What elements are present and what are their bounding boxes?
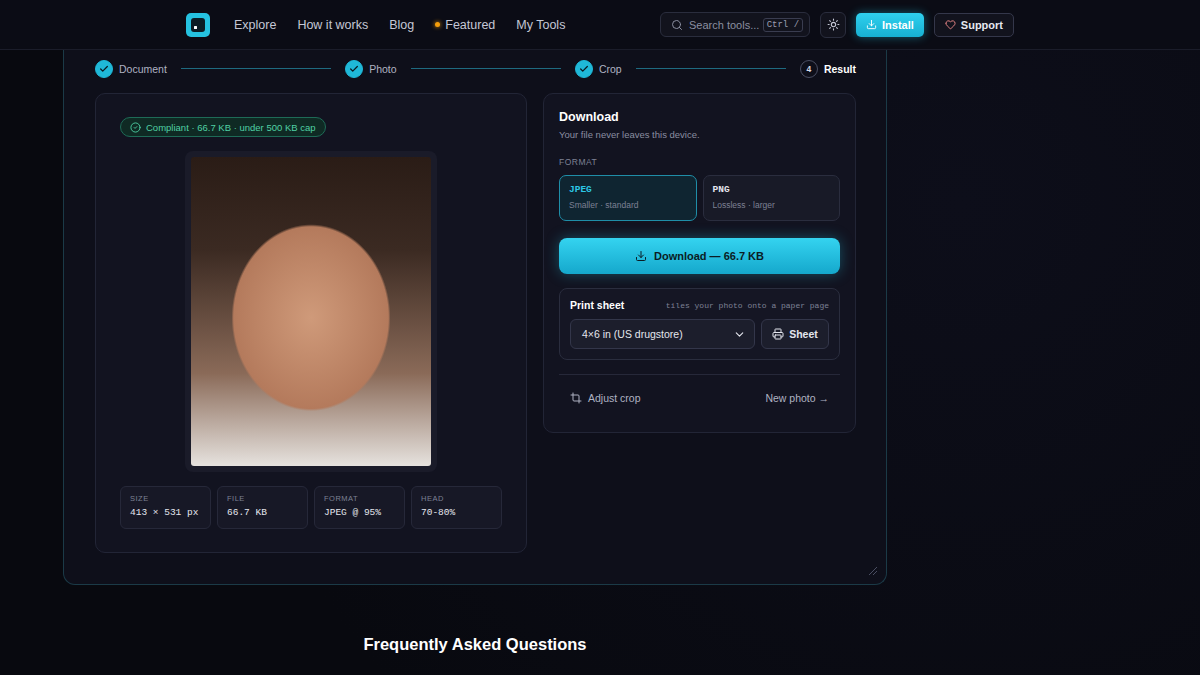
download-icon xyxy=(866,19,877,30)
photo xyxy=(191,157,431,466)
nav-link[interactable]: Featured xyxy=(435,18,495,32)
step[interactable]: Photo xyxy=(345,60,396,78)
check-icon xyxy=(579,64,589,74)
heart-icon xyxy=(945,19,956,30)
shortcut-key: Ctrl / xyxy=(763,18,803,32)
logo-icon[interactable] xyxy=(186,13,210,37)
stat-card: FILE66.7 KB xyxy=(217,486,308,529)
check-icon xyxy=(99,64,109,74)
stat-card: HEAD70-80% xyxy=(411,486,502,529)
featured-dot xyxy=(435,22,440,27)
paper-select[interactable]: 4×6 in (US drugstore) xyxy=(570,319,755,349)
install-button[interactable]: Install xyxy=(856,13,924,37)
nav-link[interactable]: Explore xyxy=(234,18,276,32)
support-button[interactable]: Support xyxy=(934,13,1014,37)
adjust-crop-link[interactable]: Adjust crop xyxy=(570,392,641,404)
theme-toggle[interactable] xyxy=(820,12,846,38)
search-icon xyxy=(671,19,683,31)
step-marker: 4 xyxy=(800,60,818,78)
download-icon xyxy=(635,250,647,262)
nav-link[interactable]: How it works xyxy=(297,18,368,32)
step-marker xyxy=(575,60,593,78)
step-marker xyxy=(345,60,363,78)
download-panel: DownloadYour file never leaves this devi… xyxy=(543,93,856,433)
preview-panel: Compliant · 66.7 KB · under 500 KB cap SI… xyxy=(95,93,527,553)
step-line xyxy=(411,68,561,69)
printer-icon xyxy=(772,328,784,340)
format-option[interactable]: JPEGSmaller · standard xyxy=(559,175,697,221)
faq-title: Frequently Asked Questions xyxy=(63,635,887,654)
top-nav: Explore How it works Blog Featured My Tools S… xyxy=(0,0,1200,50)
nav-link[interactable]: Blog xyxy=(389,18,414,32)
resize-handle-icon[interactable] xyxy=(868,566,878,576)
step-line xyxy=(181,68,331,69)
step-marker xyxy=(95,60,113,78)
format-option[interactable]: PNGLossless · larger xyxy=(703,175,841,221)
check-icon xyxy=(349,64,359,74)
compliance-badge: Compliant · 66.7 KB · under 500 KB cap xyxy=(120,117,326,137)
divider xyxy=(559,374,840,375)
stats-grid: SIZE413 × 531 pxFILE66.7 KBFORMATJPEG @ … xyxy=(120,486,502,529)
stat-card: SIZE413 × 531 px xyxy=(120,486,211,529)
sheet-button[interactable]: Sheet xyxy=(761,319,829,349)
crop-icon xyxy=(570,392,582,404)
check-circle-icon xyxy=(130,122,141,133)
page: Explore How it works Blog Featured My Tools S… xyxy=(0,0,1200,675)
chevron-down-icon xyxy=(733,328,746,341)
format-options: JPEGSmaller · standardPNGLossless · larg… xyxy=(559,175,840,221)
search-box[interactable]: Search tools...Ctrl / xyxy=(660,12,810,37)
download-button[interactable]: Download — 66.7 KB xyxy=(559,238,840,274)
photo-frame xyxy=(185,151,437,472)
print-sheet: Print sheettiles your photo onto a paper… xyxy=(559,288,840,360)
new-photo-link[interactable]: New photo → xyxy=(765,392,829,404)
wizard-card: Document Photo Crop 4Result Compliant · 66.7… xyxy=(63,50,887,585)
stepper: Document Photo Crop 4Result xyxy=(95,58,856,79)
step[interactable]: 4Result xyxy=(800,60,856,78)
nav-link[interactable]: My Tools xyxy=(516,18,565,32)
nav-links: Explore How it works Blog Featured My Tools xyxy=(234,18,565,32)
step-line xyxy=(636,68,786,69)
step[interactable]: Crop xyxy=(575,60,622,78)
sun-icon xyxy=(827,18,840,31)
step[interactable]: Document xyxy=(95,60,167,78)
stat-card: FORMATJPEG @ 95% xyxy=(314,486,405,529)
